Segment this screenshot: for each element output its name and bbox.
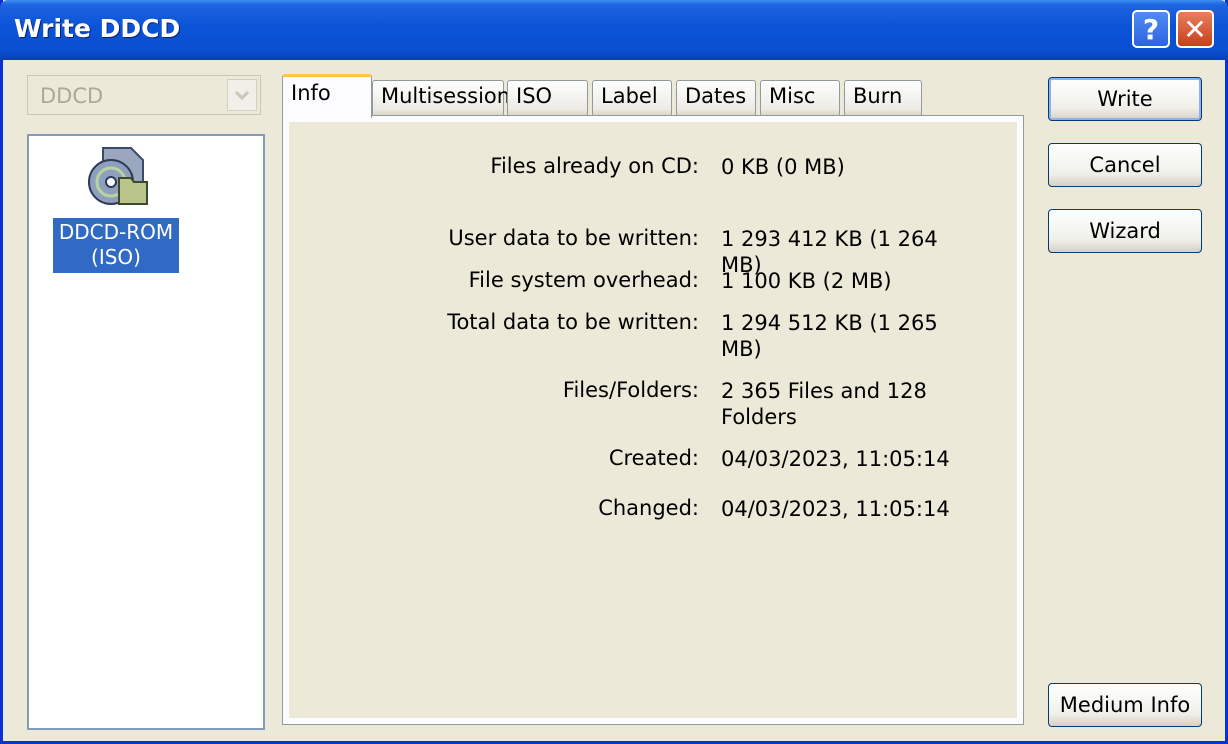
help-button[interactable]: ? — [1132, 10, 1170, 48]
medium-info-button[interactable]: Medium Info — [1048, 683, 1202, 727]
total-data-value: 1 294 512 KB (1 265 MB) — [721, 311, 938, 361]
cancel-button[interactable]: Cancel — [1048, 143, 1202, 187]
tab-multisession[interactable]: Multisession — [372, 80, 510, 116]
tab-misc[interactable]: Misc — [760, 80, 840, 116]
created-value: 04/03/2023, 11:05:14 — [721, 447, 950, 471]
user-data-label: User data to be written: — [448, 226, 699, 250]
medium-info-button-label: Medium Info — [1059, 693, 1191, 717]
tab-label: Misc — [769, 84, 816, 108]
files-on-cd-value: 0 KB (0 MB) — [721, 155, 845, 179]
tab-label[interactable]: Label — [592, 80, 672, 116]
tab-label-text: Label — [601, 84, 658, 108]
tab-label: Info — [291, 81, 331, 105]
close-button[interactable]: ✕ — [1176, 10, 1214, 48]
close-icon: ✕ — [1183, 12, 1207, 46]
drive-select[interactable]: DDCD — [27, 75, 261, 115]
created-label: Created: — [608, 446, 699, 470]
info-panel: Files already on CD: 0 KB (0 MB) User da… — [282, 115, 1024, 725]
tab-label: Multisession — [381, 84, 511, 108]
tab-iso[interactable]: ISO — [507, 80, 588, 116]
info-panel-body: Files already on CD: 0 KB (0 MB) User da… — [289, 122, 1017, 718]
cd-rom-iso-icon[interactable] — [85, 144, 149, 214]
files-folders-value: 2 365 Files and 128 Folders — [721, 379, 927, 429]
tree-item-ddcd-rom[interactable]: DDCD-ROM (ISO) — [53, 218, 179, 273]
write-button-label: Write — [1097, 87, 1153, 111]
changed-label: Changed: — [598, 496, 699, 520]
total-data-label: Total data to be written: — [447, 310, 699, 334]
tab-dates[interactable]: Dates — [676, 80, 756, 116]
tab-label: ISO — [516, 84, 553, 108]
wizard-button[interactable]: Wizard — [1048, 209, 1202, 253]
tree-item-label: DDCD-ROM (ISO) — [58, 220, 174, 269]
title-bar[interactable]: Write DDCD ? ✕ — [0, 0, 1228, 60]
cancel-button-label: Cancel — [1089, 153, 1161, 177]
changed-value: 04/03/2023, 11:05:14 — [721, 497, 950, 521]
tab-label: Burn — [853, 84, 903, 108]
window-title: Write DDCD — [14, 14, 181, 43]
files-folders-label: Files/Folders: — [562, 378, 699, 402]
fs-overhead-label: File system overhead: — [468, 268, 699, 292]
drive-select-value: DDCD — [40, 84, 104, 108]
tab-burn[interactable]: Burn — [844, 80, 922, 116]
tab-info[interactable]: Info — [282, 74, 372, 118]
write-button[interactable]: Write — [1048, 77, 1202, 121]
write-ddcd-dialog: Write DDCD ? ✕ DDCD DDCD-ROM (ISO) Info … — [0, 0, 1228, 744]
fs-overhead-value: 1 100 KB (2 MB) — [721, 269, 892, 293]
project-tree[interactable]: DDCD-ROM (ISO) — [27, 134, 265, 730]
files-on-cd-label: Files already on CD: — [490, 154, 699, 178]
wizard-button-label: Wizard — [1089, 219, 1161, 243]
chevron-down-icon[interactable] — [227, 79, 257, 111]
tab-label: Dates — [685, 84, 747, 108]
help-icon: ? — [1142, 12, 1160, 46]
